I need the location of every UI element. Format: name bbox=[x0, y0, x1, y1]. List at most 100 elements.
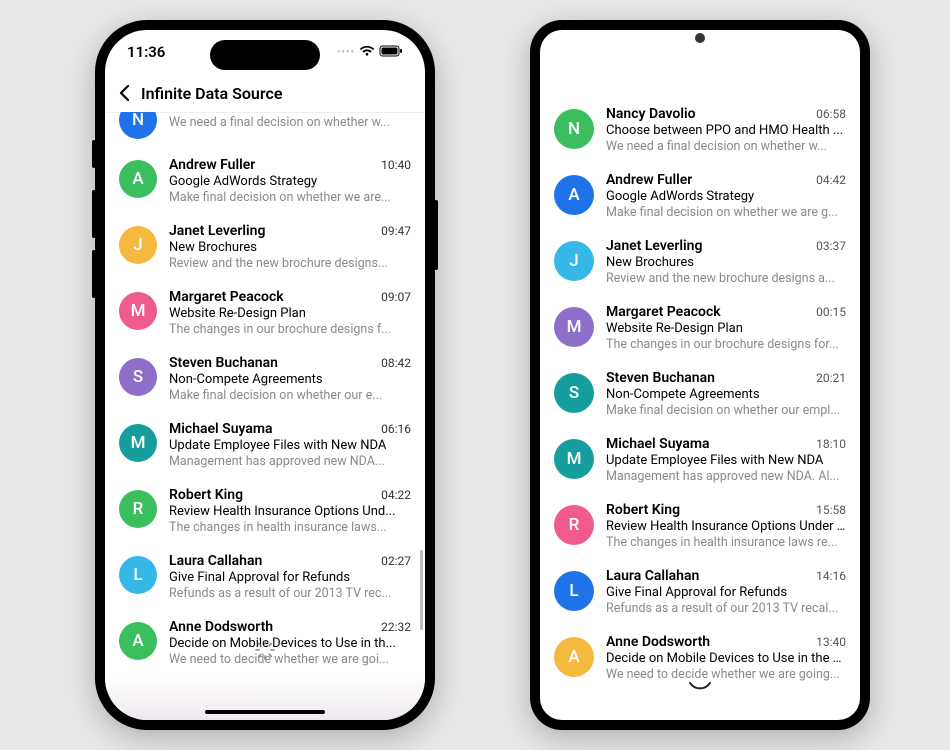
preview: Make final decision on whether we are g.… bbox=[606, 205, 846, 220]
subject: Review Health Insurance Options Under ..… bbox=[606, 519, 846, 534]
avatar: M bbox=[554, 307, 594, 347]
back-button[interactable] bbox=[117, 84, 131, 102]
android-frame: 11:37 Infinite Data Source NNancy Davoli… bbox=[530, 20, 870, 730]
list-item[interactable]: RRobert King04:22Review Health Insurance… bbox=[105, 479, 425, 545]
list-item[interactable]: LLaura Callahan02:27Give Final Approval … bbox=[105, 545, 425, 611]
sender-name: Nancy Davolio bbox=[606, 106, 696, 122]
list-item[interactable]: JJanet Leverling09:47New BrochuresReview… bbox=[105, 215, 425, 281]
iphone-mute-switch bbox=[92, 140, 96, 168]
preview: The changes in health insurance laws re.… bbox=[606, 535, 846, 550]
timestamp: 04:42 bbox=[816, 173, 846, 187]
item-body: Robert King 15:58 Review Health Insurance … bbox=[606, 502, 846, 550]
sender-name: Robert King bbox=[606, 502, 680, 518]
timestamp: 10:40 bbox=[381, 158, 411, 172]
subject: Website Re-Design Plan bbox=[169, 306, 411, 321]
timestamp: 02:27 bbox=[381, 554, 411, 568]
timestamp: 09:47 bbox=[381, 224, 411, 238]
timestamp: 00:15 bbox=[816, 305, 846, 319]
list-item[interactable]: MMichael Suyama06:16Update Employee File… bbox=[105, 413, 425, 479]
sender-name: Steven Buchanan bbox=[606, 370, 715, 386]
preview: The changes in our brochure designs for.… bbox=[606, 337, 846, 352]
sender-name: Margaret Peacock bbox=[169, 289, 284, 305]
avatar: A bbox=[554, 175, 594, 215]
home-indicator[interactable] bbox=[205, 710, 325, 714]
list-item[interactable]: SSteven Buchanan08:42Non-Compete Agreeme… bbox=[105, 347, 425, 413]
list-item[interactable]: NChoose between PPO and HMO Healt...We n… bbox=[105, 112, 425, 149]
list-item[interactable]: MMargaret Peacock09:07Website Re-Design … bbox=[105, 281, 425, 347]
ios-nav-bar: Infinite Data Source bbox=[105, 74, 425, 113]
list-item[interactable]: M Margaret Peacock 00:15 Website Re-Design … bbox=[540, 296, 860, 362]
timestamp: 08:42 bbox=[381, 356, 411, 370]
subject: New Brochures bbox=[606, 255, 846, 270]
list-item[interactable]: RRobert King15:58Review Health Insurance… bbox=[540, 494, 860, 560]
list-item[interactable]: JJanet Leverling03:37New BrochuresReview… bbox=[540, 230, 860, 296]
sender-name: Margaret Peacock bbox=[606, 304, 721, 320]
avatar: A bbox=[554, 637, 594, 677]
item-body: Laura Callahan 02:27 Give Final Approval f… bbox=[169, 553, 411, 601]
avatar: N bbox=[119, 112, 157, 139]
sender-name: Robert King bbox=[169, 487, 243, 503]
avatar: M bbox=[554, 439, 594, 479]
subject: Decide on Mobile Devices to Use in the F… bbox=[606, 651, 846, 666]
iphone-vol-down bbox=[92, 250, 96, 298]
list-item[interactable]: SSteven Buchanan20:21Non-Compete Agreeme… bbox=[540, 362, 860, 428]
subject: Non-Compete Agreements bbox=[606, 387, 846, 402]
list-item[interactable]: LLaura Callahan14:16Give Final Approval … bbox=[540, 560, 860, 626]
sender-name: Andrew Fuller bbox=[606, 172, 692, 188]
subject: Decide on Mobile Devices to Use in th... bbox=[169, 636, 411, 651]
sender-name: Anne Dodsworth bbox=[169, 619, 273, 635]
avatar: M bbox=[119, 424, 157, 462]
sender-name: Michael Suyama bbox=[169, 421, 273, 437]
dynamic-island bbox=[210, 40, 320, 70]
preview: The changes in our brochure designs f... bbox=[169, 322, 411, 337]
item-body: Michael Suyama06:16Update Employee Files… bbox=[169, 421, 411, 469]
timestamp: 13:40 bbox=[816, 635, 846, 649]
item-body: Margaret Peacock09:07Website Re-Design P… bbox=[169, 289, 411, 337]
message-list[interactable]: NNancy Davolio06:58Choose between PPO an… bbox=[540, 98, 860, 720]
scroll-indicator[interactable] bbox=[420, 550, 423, 630]
sender-name: Laura Callahan bbox=[169, 553, 262, 569]
loading-spinner-icon bbox=[687, 680, 713, 702]
preview: Management has approved new NDA. Al... bbox=[606, 469, 846, 484]
ios-clock: 11:36 bbox=[127, 43, 165, 61]
subject: Give Final Approval for Refunds bbox=[169, 570, 411, 585]
timestamp: 15:58 bbox=[816, 503, 846, 517]
list-item[interactable]: NNancy Davolio06:58Choose between PPO an… bbox=[540, 98, 860, 164]
iphone-vol-up bbox=[92, 190, 96, 238]
item-body: Laura Callahan14:16Give Final Approval f… bbox=[606, 568, 846, 616]
avatar: A bbox=[119, 622, 157, 660]
subject: Website Re-Design Plan bbox=[606, 321, 846, 336]
item-body: Robert King04:22Review Health Insurance … bbox=[169, 487, 411, 535]
preview: Make final decision on whether our e... bbox=[169, 388, 411, 403]
preview: We need a final decision on whether w... bbox=[606, 139, 846, 154]
timestamp: 22:32 bbox=[381, 620, 411, 634]
preview: Refunds as a result of our 2013 TV recal… bbox=[606, 601, 846, 616]
list-item[interactable]: MMichael Suyama18:10Update Employee File… bbox=[540, 428, 860, 494]
preview: Refunds as a result of our 2013 TV rec..… bbox=[169, 586, 411, 601]
item-body: Andrew Fuller04:42Google AdWords Strateg… bbox=[606, 172, 846, 220]
preview: Review and the new brochure designs... bbox=[169, 256, 411, 271]
item-body: Nancy Davolio06:58Choose between PPO and… bbox=[606, 106, 846, 154]
preview: Management has approved new NDA... bbox=[169, 454, 411, 469]
list-item[interactable]: AAndrew Fuller04:42Google AdWords Strate… bbox=[540, 164, 860, 230]
iphone-screen: 11:36 •••• Infinite Data Source NChoose … bbox=[105, 30, 425, 720]
subject: Choose between PPO and HMO Health ... bbox=[606, 123, 846, 138]
battery-icon bbox=[379, 43, 403, 61]
subject: Choose between PPO and HMO Healt... bbox=[169, 112, 411, 114]
message-list[interactable]: NChoose between PPO and HMO Healt...We n… bbox=[105, 112, 425, 720]
subject: Update Employee Files with New NDA bbox=[606, 453, 846, 468]
avatar: R bbox=[119, 490, 157, 528]
item-body: Anne Dodsworth 22:32 Decide on Mobile Devi… bbox=[169, 619, 411, 667]
item-body: Anne Dodsworth 13:40 Decide on Mobile Devi… bbox=[606, 634, 846, 682]
page-title: Infinite Data Source bbox=[141, 84, 282, 103]
avatar: J bbox=[119, 226, 157, 264]
sender-name: Steven Buchanan bbox=[169, 355, 278, 371]
sender-name: Anne Dodsworth bbox=[606, 634, 710, 650]
item-body: Margaret Peacock 00:15 Website Re-Design P… bbox=[606, 304, 846, 352]
loading-spinner-icon bbox=[255, 640, 275, 664]
avatar: A bbox=[119, 160, 157, 198]
timestamp: 06:16 bbox=[381, 422, 411, 436]
iphone-power bbox=[434, 200, 438, 270]
list-item[interactable]: AAndrew Fuller10:40Google AdWords Strate… bbox=[105, 149, 425, 215]
timestamp: 04:22 bbox=[381, 488, 411, 502]
